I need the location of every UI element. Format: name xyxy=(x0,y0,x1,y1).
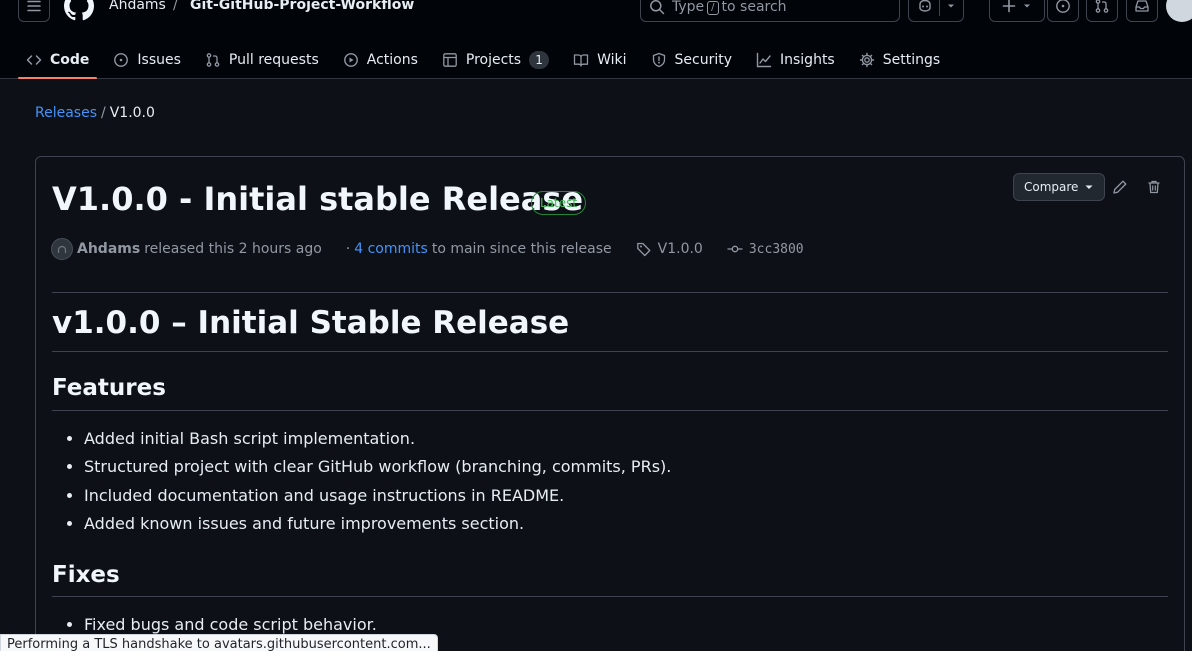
features-heading: Features xyxy=(52,375,1168,411)
release-card: V1.0.0 - Initial stable Release Latest C… xyxy=(35,156,1185,651)
compare-label: Compare xyxy=(1024,180,1079,194)
tab-issues-label: Issues xyxy=(137,52,181,68)
copilot-button[interactable] xyxy=(908,0,964,22)
breadcrumb-separator: / xyxy=(101,105,106,121)
tab-insights[interactable]: Insights xyxy=(748,42,843,78)
tab-projects[interactable]: Projects 1 xyxy=(434,42,557,78)
shield-icon xyxy=(652,52,665,68)
commits-suffix: to main since this release xyxy=(431,241,612,257)
trash-icon[interactable] xyxy=(1146,179,1162,195)
avatar-placeholder-icon xyxy=(57,245,67,253)
search-placeholder: Type / to search xyxy=(672,0,787,15)
tag-link[interactable]: V1.0.0 xyxy=(636,241,703,257)
tab-settings-label: Settings xyxy=(882,52,941,68)
released-time: released this 2 hours ago xyxy=(144,241,322,257)
plus-icon xyxy=(1002,0,1016,13)
book-icon xyxy=(573,54,589,67)
list-item: Added initial Bash script implementation… xyxy=(84,425,1168,454)
inbox-icon xyxy=(1135,0,1149,12)
tab-projects-label: Projects xyxy=(465,52,522,68)
create-new-button[interactable] xyxy=(989,0,1045,22)
path-separator: / xyxy=(173,0,178,13)
release-meta: Ahdams released this 2 hours ago · 4 com… xyxy=(51,237,804,261)
meta-divider xyxy=(52,292,1168,293)
global-nav: Ahdams / Git-GitHub-Project-Workflow Typ… xyxy=(0,0,1192,24)
tab-settings[interactable]: Settings xyxy=(851,42,948,78)
pull-requests-button[interactable] xyxy=(1086,0,1118,22)
tab-pull-requests[interactable]: Pull requests xyxy=(197,42,327,78)
triangle-down-icon xyxy=(947,4,954,8)
fixes-heading: Fixes xyxy=(52,562,1168,598)
slash-key-hint: / xyxy=(707,1,719,15)
graph-icon xyxy=(756,52,772,68)
list-item: Included documentation and usage instruc… xyxy=(84,482,1168,511)
commits-link[interactable]: 4 commits xyxy=(354,241,428,257)
triangle-down-icon xyxy=(1024,4,1030,8)
issues-button[interactable] xyxy=(1047,0,1079,22)
release-title[interactable]: V1.0.0 - Initial stable Release xyxy=(52,180,583,218)
tag-label: V1.0.0 xyxy=(657,241,703,257)
commits-bullet: · xyxy=(345,241,351,257)
tab-security-label: Security xyxy=(674,52,733,68)
issue-opened-icon xyxy=(114,53,129,67)
breadcrumb-current: V1.0.0 xyxy=(109,105,155,121)
tab-issues[interactable]: Issues xyxy=(105,42,189,78)
inbox-button[interactable] xyxy=(1126,0,1158,22)
github-logo-icon[interactable] xyxy=(63,0,95,22)
git-pull-request-icon xyxy=(206,53,220,67)
table-icon xyxy=(443,53,457,67)
issue-opened-icon xyxy=(1056,0,1070,13)
tag-icon xyxy=(636,242,651,257)
search-input[interactable]: Type / to search xyxy=(640,0,900,22)
user-avatar[interactable] xyxy=(1166,0,1192,22)
author-link[interactable]: Ahdams xyxy=(77,241,140,257)
author-avatar[interactable] xyxy=(51,238,73,260)
tab-code-label: Code xyxy=(50,52,90,68)
projects-count-badge: 1 xyxy=(529,51,550,69)
list-item: Added known issues and future improvemen… xyxy=(84,510,1168,539)
commit-link[interactable]: 3cc3800 xyxy=(727,241,804,257)
gear-icon xyxy=(859,52,874,68)
play-icon xyxy=(343,53,358,67)
search-icon xyxy=(650,0,665,15)
triangle-down-icon xyxy=(1085,185,1093,189)
git-pull-request-icon xyxy=(1095,0,1109,13)
tab-actions[interactable]: Actions xyxy=(335,42,426,78)
repo-tabs: Code Issues Pull requests Actions Projec… xyxy=(18,42,956,79)
repo-header: Ahdams / Git-GitHub-Project-Workflow Typ… xyxy=(0,0,1192,79)
tab-wiki-label: Wiki xyxy=(597,52,627,68)
latest-badge: Latest xyxy=(531,191,587,215)
tab-wiki[interactable]: Wiki xyxy=(565,42,634,78)
breadcrumb-releases-link[interactable]: Releases xyxy=(35,105,97,121)
notes-heading: v1.0.0 – Initial Stable Release xyxy=(52,305,1168,353)
menu-button[interactable] xyxy=(18,0,50,22)
tab-pull-requests-label: Pull requests xyxy=(228,52,319,68)
copilot-icon xyxy=(918,0,931,12)
owner-link[interactable]: Ahdams xyxy=(109,0,166,13)
compare-button[interactable]: Compare xyxy=(1013,173,1106,201)
hamburger-icon xyxy=(27,0,41,12)
git-commit-icon xyxy=(727,245,743,253)
repo-name-link[interactable]: Git-GitHub-Project-Workflow xyxy=(190,0,414,13)
release-notes: v1.0.0 – Initial Stable Release Features… xyxy=(52,305,1168,640)
tab-actions-label: Actions xyxy=(366,52,418,68)
commit-sha: 3cc3800 xyxy=(748,241,804,257)
pencil-icon[interactable] xyxy=(1112,179,1128,195)
list-item: Structured project with clear GitHub wor… xyxy=(84,453,1168,482)
tab-security[interactable]: Security xyxy=(643,42,741,78)
code-icon xyxy=(26,55,42,65)
tab-insights-label: Insights xyxy=(780,52,835,68)
breadcrumb: Releases / V1.0.0 xyxy=(35,105,155,121)
tab-code[interactable]: Code xyxy=(18,42,98,79)
features-list: Added initial Bash script implementation… xyxy=(52,425,1168,539)
browser-status-bar: Performing a TLS handshake to avatars.gi… xyxy=(0,634,438,651)
